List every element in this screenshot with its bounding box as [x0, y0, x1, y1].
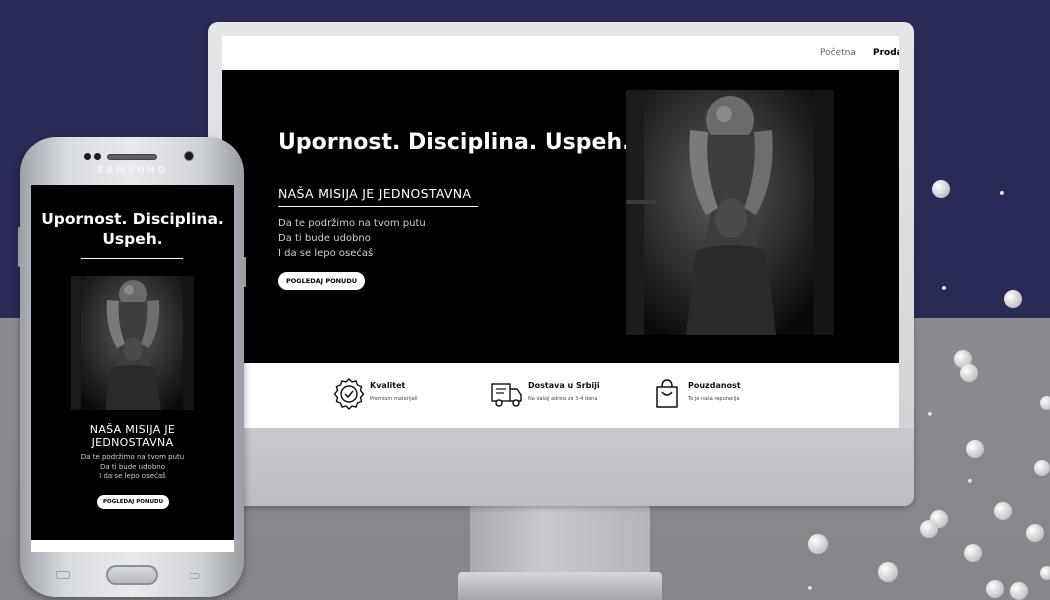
mobile-phone: SAMSUNG Upornost. Disciplina. Uspeh. NAŠ… — [18, 137, 246, 597]
feature-title: Dostava u Srbiji — [528, 381, 600, 390]
phone-sensor — [84, 153, 91, 160]
confetti-dot — [808, 534, 828, 554]
feature-title: Kvalitet — [370, 381, 406, 390]
hero-line-1: Da te podržimo na tvom putu — [278, 218, 426, 229]
confetti-dot — [928, 412, 932, 416]
view-offer-button[interactable]: POGLEDAJ PONUDU — [278, 272, 365, 290]
phone-sensor — [94, 153, 101, 160]
mobile-athlete-photo — [71, 276, 194, 410]
mobile-subtitle-line-1: NAŠA MISIJA JE — [89, 423, 176, 436]
mobile-line-3: I da se lepo osećaš — [99, 472, 166, 480]
recent-apps-key[interactable] — [56, 571, 70, 579]
confetti-dot — [878, 562, 898, 582]
confetti-dot — [986, 580, 1004, 598]
mobile-hero-title: Upornost. Disciplina. Uspeh. — [31, 209, 234, 249]
hero-subtitle: NAŠA MISIJA JE JEDNOSTAVNA — [278, 186, 472, 201]
monitor-stand — [470, 506, 650, 576]
phone-brand-logo: SAMSUNG — [96, 165, 168, 176]
mobile-hero-text-lines: Da te podržimo na tvom putu Da ti bude u… — [31, 453, 234, 482]
confetti-dot — [1034, 460, 1050, 476]
monitor-chin — [208, 428, 914, 506]
phone-front-camera — [184, 151, 194, 161]
mobile-line-1: Da te podržimo na tvom putu — [80, 453, 185, 461]
feature-desc: To je naša reputacija — [688, 396, 740, 402]
confetti-dot — [1026, 524, 1044, 542]
confetti-dot — [960, 364, 978, 382]
confetti-dot — [920, 520, 938, 538]
confetti-dot — [1004, 290, 1022, 308]
feature-title: Pouzdanost — [688, 381, 741, 390]
shopping-bag-icon — [656, 379, 678, 408]
phone-speaker — [107, 154, 157, 160]
monitor-base — [458, 572, 662, 600]
confetti-dot — [994, 502, 1012, 520]
home-button[interactable] — [106, 565, 158, 585]
badge-check-icon — [333, 378, 365, 410]
confetti-dot — [1000, 191, 1004, 195]
mobile-screen: Upornost. Disciplina. Uspeh. NAŠA MISIJA… — [31, 185, 234, 552]
hero-divider — [278, 206, 478, 207]
back-key[interactable] — [188, 571, 202, 579]
mobile-subtitle-line-2: JEDNOSTAVNA — [91, 436, 174, 449]
desktop-screen: Početna Proda Upornost. Disciplina. Uspe… — [222, 36, 899, 428]
mobile-next-section — [31, 540, 234, 552]
mobile-hero-subtitle: NAŠA MISIJA JE JEDNOSTAVNA — [31, 423, 234, 449]
feature-desc: Premium materijali — [370, 396, 418, 402]
hero-athlete-photo — [626, 90, 834, 335]
mobile-title-line-2: Uspeh. — [102, 230, 163, 248]
mobile-view-offer-button[interactable]: POGLEDAJ PONUDU — [97, 495, 170, 509]
nav-link-home[interactable]: Početna — [820, 48, 856, 58]
confetti-dot — [966, 440, 984, 458]
confetti-dot — [942, 286, 946, 290]
confetti-dot — [808, 586, 812, 590]
phone-volume-key — [18, 227, 21, 267]
confetti-dot — [1040, 396, 1050, 410]
hero-line-2: Da ti bude udobno — [278, 233, 371, 244]
confetti-dot — [932, 180, 950, 198]
confetti-dot — [1040, 566, 1050, 580]
hero-line-3: I da se lepo osećaš — [278, 248, 374, 259]
mobile-hero-divider — [81, 258, 183, 259]
hero-text-lines: Da te podržimo na tvom putu Da ti bude u… — [278, 216, 426, 261]
hero-section: Upornost. Disciplina. Uspeh. NAŠA MISIJA… — [222, 70, 899, 363]
confetti-dot — [1010, 582, 1028, 600]
confetti-dot — [964, 544, 982, 562]
site-nav: Početna Proda — [222, 36, 899, 70]
hero-title: Upornost. Disciplina. Uspeh. — [278, 130, 631, 155]
nav-link-shop[interactable]: Proda — [873, 48, 899, 58]
truck-icon — [491, 383, 522, 407]
feature-desc: Na vašoj adresi za 3-4 dana — [528, 396, 598, 402]
mobile-line-2: Da ti bude udobno — [100, 462, 165, 471]
mobile-title-line-1: Upornost. Disciplina. — [41, 210, 224, 228]
phone-power-key — [243, 257, 246, 287]
confetti-dot — [968, 479, 972, 483]
desktop-monitor: Početna Proda Upornost. Disciplina. Uspe… — [208, 22, 914, 506]
features-strip: Kvalitet Premium materijali Dostava u Sr… — [222, 363, 899, 428]
